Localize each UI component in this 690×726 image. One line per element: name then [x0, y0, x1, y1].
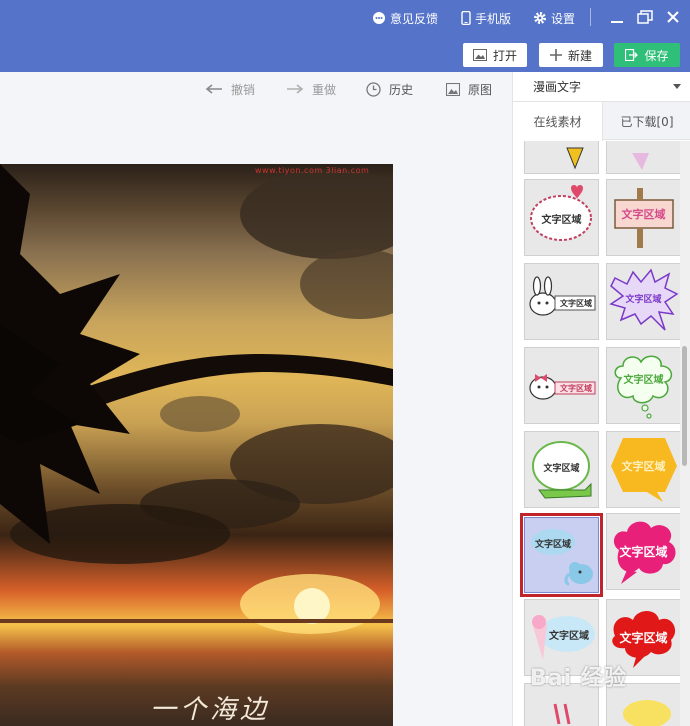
tab-downloaded[interactable]: 已下载[0]: [603, 102, 690, 140]
tab-online-materials[interactable]: 在线素材: [513, 102, 603, 141]
material-panel: 漫画文字 在线素材 已下载[0] 文字区域 文字区域 文字区域 文字区域 文字区…: [512, 72, 690, 726]
new-label: 新建: [567, 48, 592, 63]
redo-label: 重做: [312, 82, 337, 97]
mobile-label: 手机版: [475, 11, 512, 26]
sunset-palm-image: [0, 164, 393, 634]
tile-text: 文字区域: [623, 374, 664, 386]
settings-label: 设置: [551, 11, 576, 26]
tile-text: 文字区域: [543, 463, 580, 474]
gear-icon: [534, 12, 546, 24]
scrollbar-thumb[interactable]: [682, 346, 687, 466]
chevron-down-icon: [673, 84, 681, 89]
undo-label: 撤销: [231, 82, 256, 97]
sticker-tile[interactable]: [606, 141, 681, 174]
tile-text: 文字区域: [560, 383, 592, 393]
tile-text: 文字区域: [541, 214, 582, 226]
settings-button[interactable]: 设置: [533, 9, 575, 27]
elephant-speech-bubble-icon: [531, 529, 593, 586]
panel-tabs: 在线素材 已下载[0]: [513, 102, 690, 141]
redo-button[interactable]: 重做: [286, 80, 336, 98]
header-divider: [590, 8, 591, 26]
sticker-tile[interactable]: 文字区域: [606, 431, 681, 508]
title-bar: 意见反馈 手机版 设置 打开 新建 保存: [0, 0, 690, 72]
redo-arrow-icon: [287, 84, 304, 94]
minimize-button[interactable]: [608, 8, 626, 26]
category-value: 漫画文字: [533, 80, 582, 94]
history-label: 历史: [389, 82, 414, 97]
sticker-tile[interactable]: 文字区域: [524, 179, 599, 256]
site-watermark: Bai 经验: [530, 666, 627, 691]
plus-icon: [549, 49, 562, 61]
sticker-tile[interactable]: 文字区域: [606, 179, 681, 256]
undo-arrow-icon: [205, 84, 222, 94]
sticker-tile-selected[interactable]: 文字区域: [520, 513, 603, 597]
edited-photo[interactable]: www.tiyon.com 3lian.com 一个海边: [0, 164, 393, 726]
save-label: 保存: [644, 48, 669, 63]
image-icon: [446, 82, 460, 96]
open-label: 打开: [492, 48, 517, 63]
sticker-tile[interactable]: 文字区域: [606, 513, 681, 590]
mobile-version-button[interactable]: 手机版: [461, 9, 511, 27]
open-button[interactable]: 打开: [463, 43, 527, 67]
sticker-tile[interactable]: 文字区域: [524, 263, 599, 340]
export-icon: [625, 49, 639, 61]
tile-text: 文字区域: [621, 460, 666, 473]
close-icon: [667, 11, 679, 23]
partial-sticker-icon: [566, 147, 584, 170]
original-image-button[interactable]: 原图: [446, 80, 492, 98]
tile-text: 文字区域: [619, 630, 668, 645]
tile-text: 文字区域: [619, 544, 668, 559]
close-button[interactable]: [664, 8, 682, 26]
sticker-grid: 文字区域 文字区域 文字区域 文字区域 文字区域 文字区域 文字区域 文字区域 …: [513, 141, 681, 726]
tile-text: 文字区域: [534, 539, 571, 550]
history-button[interactable]: 历史: [366, 80, 413, 98]
sticker-tile[interactable]: [524, 141, 599, 174]
editor-canvas-area: 撤销 重做 历史 原图 www.tiyon.com 3lian.com 一个海边: [0, 72, 512, 726]
tab-label: 已下载[0]: [620, 114, 674, 129]
feedback-button[interactable]: 意见反馈: [372, 9, 438, 27]
maximize-button[interactable]: [636, 8, 654, 26]
sticker-tile[interactable]: 文字区域: [606, 263, 681, 340]
tile-text: 文字区域: [560, 298, 592, 308]
save-button[interactable]: 保存: [614, 43, 680, 67]
image-icon: [472, 49, 487, 61]
undo-button[interactable]: 撤销: [205, 80, 255, 98]
new-button[interactable]: 新建: [539, 43, 603, 67]
sticker-tile[interactable]: 文字区域: [524, 347, 599, 424]
tile-text: 文字区域: [549, 630, 589, 642]
clock-icon: [366, 81, 381, 97]
tab-label: 在线素材: [533, 115, 582, 129]
feedback-label: 意见反馈: [390, 11, 439, 26]
photo-watermark-text: www.tiyon.com 3lian.com: [255, 166, 370, 175]
tile-text: 文字区域: [621, 208, 666, 221]
partial-sticker-icon: [632, 153, 649, 170]
restore-icon: [637, 10, 653, 24]
original-label: 原图: [468, 82, 493, 97]
sticker-tile[interactable]: 文字区域: [606, 347, 681, 424]
panel-scrollbar[interactable]: [680, 141, 690, 726]
minimize-icon: [611, 21, 623, 23]
category-select[interactable]: 漫画文字: [513, 72, 690, 102]
tile-text: 文字区域: [625, 294, 662, 305]
photo-caption-text: 一个海边: [150, 695, 271, 725]
phone-icon: [461, 11, 471, 25]
sticker-tile[interactable]: 文字区域: [524, 431, 599, 508]
chat-bubble-icon: [373, 12, 385, 24]
